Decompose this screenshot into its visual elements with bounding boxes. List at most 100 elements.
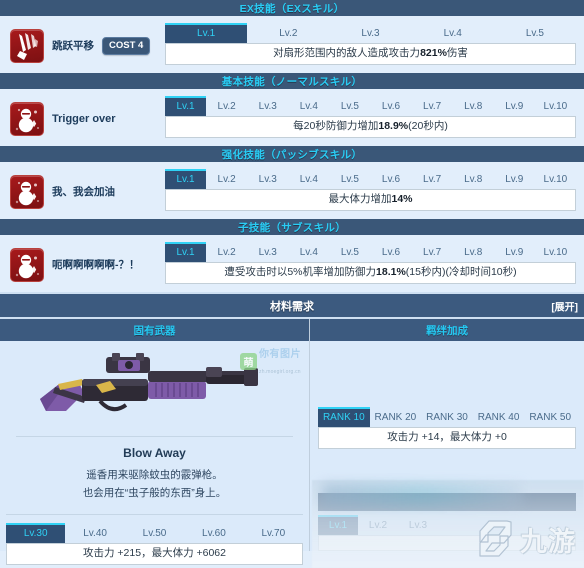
weapon-level-tab[interactable]: Lv.40: [65, 523, 124, 543]
level-tab[interactable]: Lv.3: [247, 96, 288, 116]
skill-description: 每20秒防御力增加18.9%(20秒内): [165, 116, 576, 139]
level-tab[interactable]: Lv.2: [247, 23, 329, 43]
bond-column-title: 羁绊加成: [426, 324, 468, 337]
section-title: 强化技能（パッシブスキル）: [221, 148, 363, 161]
bond-stats: 攻击力 +14，最大体力 +0: [318, 427, 576, 450]
skill-identity: 跳跃平移 COST 4: [10, 22, 165, 63]
level-tab[interactable]: Lv.5: [329, 96, 370, 116]
bond-lower-tab-list: Lv.1 Lv.2 Lv.3: [318, 515, 438, 535]
skill-description: 对扇形范围内的敌人造成攻击力821%伤害: [165, 43, 576, 66]
bond-rank-tab[interactable]: RANK 30: [421, 407, 473, 427]
weapon-name: Blow Away: [123, 446, 186, 460]
skill-name: 呃啊啊啊啊啊-？！: [52, 258, 140, 271]
skill-levels: Lv.1 Lv.2 Lv.3 Lv.4 Lv.5 Lv.6 Lv.7 Lv.8 …: [165, 241, 576, 285]
skill-description: 遭受攻击时以5%机率增加防御力18.1%(15秒内)(冷却时间10秒): [165, 262, 576, 285]
character-skill-page: EX技能（EXスキル） 跳跃平移 COST 4 Lv.1 Lv.2 Lv.3 L…: [0, 0, 584, 568]
level-tab[interactable]: Lv.7: [412, 169, 453, 189]
level-tab[interactable]: Lv.10: [535, 169, 576, 189]
desc-value: 14%: [391, 193, 413, 205]
skill-row-passive: 我、我会加油 Lv.1 Lv.2 Lv.3 Lv.4 Lv.5 Lv.6 Lv.…: [0, 162, 584, 219]
weapon-divider: [16, 436, 293, 437]
level-tab[interactable]: Lv.4: [288, 96, 329, 116]
weapon-column-body: 萌 你有图片 zh.moegirl.org.cn Blow Away 遥香用来驱…: [0, 341, 309, 565]
bond-rank-section: RANK 10 RANK 20 RANK 30 RANK 40 RANK 50 …: [310, 341, 584, 450]
expand-toggle[interactable]: [展开]: [551, 298, 578, 313]
level-tab[interactable]: Lv.4: [288, 169, 329, 189]
section-header-sub: 子技能（サブスキル）: [0, 219, 584, 235]
level-tab[interactable]: Lv.1: [165, 96, 207, 116]
skill-name: 跳跃平移: [52, 39, 94, 52]
level-tab[interactable]: Lv.3: [247, 169, 288, 189]
level-tab[interactable]: Lv.8: [453, 169, 494, 189]
level-tab[interactable]: Lv.2: [206, 169, 247, 189]
level-tab[interactable]: Lv.9: [494, 169, 535, 189]
level-tab[interactable]: Lv.10: [535, 242, 576, 262]
level-tab[interactable]: Lv.5: [494, 23, 576, 43]
skill-name: Trigger over: [52, 112, 116, 125]
level-tab[interactable]: Lv.10: [535, 96, 576, 116]
level-tab[interactable]: Lv.9: [494, 96, 535, 116]
level-tab[interactable]: Lv.2: [206, 242, 247, 262]
level-tab[interactable]: Lv.6: [370, 242, 411, 262]
level-tab[interactable]: Lv.6: [370, 96, 411, 116]
level-tab[interactable]: Lv.9: [494, 242, 535, 262]
bond-rank-tab[interactable]: RANK 10: [318, 407, 370, 427]
section-header-normal: 基本技能（ノーマルスキル）: [0, 73, 584, 89]
weapon-and-bond-columns: 固有武器 萌 你有图片 zh.moegirl.org.cn Blow Away …: [0, 319, 584, 565]
level-tab[interactable]: Lv.7: [412, 96, 453, 116]
moe-text-url: zh.moegirl.org.cn: [259, 369, 301, 375]
level-tab[interactable]: Lv.5: [329, 169, 370, 189]
moe-badge-icon: 萌: [240, 352, 257, 370]
snowman-icon: [10, 175, 44, 209]
section-title: EX技能（EXスキル）: [239, 2, 345, 15]
level-tab[interactable]: Lv.4: [288, 242, 329, 262]
material-title: 材料需求: [270, 300, 314, 313]
weapon-level-section: Lv.30 Lv.40 Lv.50 Lv.60 Lv.70 攻击力 +215，最…: [0, 515, 309, 565]
bond-rank-tab[interactable]: RANK 40: [473, 407, 525, 427]
skill-name: 我、我会加油: [52, 185, 115, 198]
material-requirement-header: 材料需求 [展开]: [0, 294, 584, 317]
bond-rank-tab[interactable]: RANK 20: [370, 407, 422, 427]
bond-lower-header: [318, 493, 576, 511]
level-tab[interactable]: Lv.4: [412, 23, 494, 43]
level-tab[interactable]: Lv.5: [329, 242, 370, 262]
section-header-ex: EX技能（EXスキル）: [0, 0, 584, 16]
weapon-level-tab[interactable]: Lv.30: [6, 522, 66, 543]
snowman-icon: [10, 248, 44, 282]
level-tab[interactable]: Lv.8: [453, 242, 494, 262]
level-tab[interactable]: Lv.6: [370, 169, 411, 189]
moe-watermark-text: 你有图片 zh.moegirl.org.cn: [259, 345, 301, 377]
weapon-level-tab[interactable]: Lv.70: [244, 523, 303, 543]
desc-value: 18.9%: [378, 120, 409, 132]
skill-levels: Lv.1 Lv.2 Lv.3 Lv.4 Lv.5 Lv.6 Lv.7 Lv.8 …: [165, 95, 576, 139]
snowman-icon: [10, 102, 44, 136]
level-tab[interactable]: Lv.8: [453, 96, 494, 116]
weapon-level-tab[interactable]: Lv.60: [184, 523, 243, 543]
skill-identity: 呃啊啊啊啊啊-？！: [10, 241, 165, 282]
bond-column: 羁绊加成 RANK 10 RANK 20 RANK 30 RANK 40 RAN…: [310, 319, 584, 551]
bond-column-header: 羁绊加成: [310, 319, 584, 341]
level-tab[interactable]: Lv.3: [329, 23, 411, 43]
weapon-level-tab-list: Lv.30 Lv.40 Lv.50 Lv.60 Lv.70: [6, 522, 303, 543]
bond-rank-tab[interactable]: RANK 50: [524, 407, 576, 427]
level-tab[interactable]: Lv.1: [165, 23, 248, 43]
skill-description: 最大体力增加14%: [165, 189, 576, 212]
skill-row-sub: 呃啊啊啊啊啊-？！ Lv.1 Lv.2 Lv.3 Lv.4 Lv.5 Lv.6 …: [0, 235, 584, 292]
level-tab[interactable]: Lv.3: [247, 242, 288, 262]
level-tab[interactable]: Lv.1: [165, 169, 207, 189]
bond-lower-tab[interactable]: Lv.2: [358, 515, 398, 535]
bond-lower-tab[interactable]: Lv.1: [318, 515, 358, 535]
skill-levels: Lv.1 Lv.2 Lv.3 Lv.4 Lv.5 对扇形范围内的敌人造成攻击力8…: [165, 22, 576, 66]
section-title: 子技能（サブスキル）: [238, 221, 346, 234]
level-tab[interactable]: Lv.7: [412, 242, 453, 262]
desc-prefix: 对扇形范围内的敌人造成攻击力: [273, 47, 421, 59]
skill-identity: Trigger over: [10, 95, 165, 136]
weapon-level-tab[interactable]: Lv.50: [125, 523, 184, 543]
skill-row-ex: 跳跃平移 COST 4 Lv.1 Lv.2 Lv.3 Lv.4 Lv.5 对扇形…: [0, 16, 584, 73]
level-tab-list-sub: Lv.1 Lv.2 Lv.3 Lv.4 Lv.5 Lv.6 Lv.7 Lv.8 …: [165, 242, 576, 262]
weapon-image: 萌 你有图片 zh.moegirl.org.cn: [0, 341, 309, 434]
level-tab[interactable]: Lv.1: [165, 242, 207, 262]
desc-suffix: 伤害: [446, 47, 468, 59]
bond-lower-tab[interactable]: Lv.3: [398, 515, 438, 535]
level-tab[interactable]: Lv.2: [206, 96, 247, 116]
